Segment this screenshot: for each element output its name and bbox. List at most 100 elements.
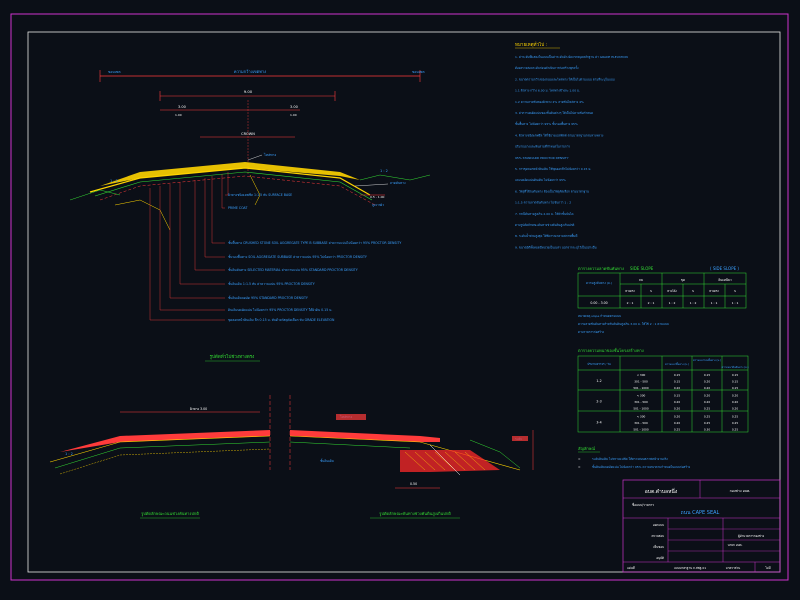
tb-row1-right: ผู้อำนวยการกองช่าง [738,534,765,538]
note-line: 2. ขนาดความกว้างของถนนและไหล่ทาง ให้เป็น… [515,75,615,82]
lower-left-title: รูปตัดทั่วไปช่วงทางตรง [210,353,255,360]
thickness-base: 0.25 [674,427,680,431]
thickness-base: 0.20 [674,400,680,404]
layer-note: ดินเดิมบดอัดแน่น ไม่น้อยกว่า 95% PROCTOR… [228,308,332,312]
thickness-traffic: < 300 [637,373,646,377]
tb-project-name: ถนน CAPE SEAL [681,510,720,516]
tb-row2-label: ตรวจสอบ [651,534,664,538]
sub-width-label: 9.00 [244,89,253,94]
tb-project-label: ชื่อแบบ/รายการ [632,502,654,507]
thickness-group-label: 1-2 [596,379,601,383]
layer-note: ชั้นรองพื้นทาง SOIL AGGREGATE SUBBASE ค่… [228,254,367,259]
tb-row3-right: นายก อบต. [728,543,743,547]
thickness-group-label: 3-4 [596,420,601,424]
thickness-col1: ปริมาณจราจร / วัน [587,362,610,366]
thickness-traffic: < 300 [637,394,646,398]
svg-text:ขอบเขต: ขอบเขต [412,70,425,74]
slope-table-heading-right: ( SIDE SLOPE ) [710,266,739,271]
bottom-dim: 0.5 - 1.00 [370,195,385,199]
svg-text:1.00: 1.00 [290,113,297,117]
thickness-base: 0.20 [674,407,680,411]
note-line: ชั้นพื้นทาง ไม่น้อยกว่า 95% ชั้นรองพื้นท… [515,121,578,126]
right-slope-label: 1 : 2 [380,169,388,173]
drawing-sheet: ความกว้างเขตทาง ขอบเขต ขอบเขต 9.00 3.00 … [0,0,800,600]
lower-right-dim: 0.50 [410,482,417,486]
slope-note2: ความลาดชันคันทางสำหรับคันดินสูงเกิน 3.00… [578,322,669,326]
slope-note3: ตามรายการก่อสร้าง [578,330,605,334]
legend-heading: สัญลักษณ์ [578,446,595,451]
note-line: 7. กรณีคันทางสูงเกิน 2.00 ม. ให้ทำขั้นบั… [515,211,574,216]
layer-note: ชั้นดินเดิม 1:1.5 ทับ ค่าความแน่น 95% PR… [228,281,315,286]
thickness-base: 0.20 [674,414,680,418]
legend-item1: ระดับดินเดิม ไม่ทราบแน่ชัด ให้ตรวจสอบสภา… [592,457,668,461]
tb-org: อบต.ตำบลหนึ่ง [645,488,678,495]
dim-small: สูงจากผิว [372,203,384,207]
lane-right-label: 3.00 [290,105,298,109]
thickness-subbase: 0.20 [704,394,710,398]
thickness-fill: 0.25 [732,421,738,425]
lower-right-bottom-callout: ชั้นดินเดิม [320,458,334,463]
thickness-traffic: 301 - 500 [634,400,648,404]
thickness-fill: 0.20 [732,394,738,398]
note-line: 95% STANDARD PROCTOR DENSITY [515,156,569,160]
thickness-traffic: 501 - 1000 [633,407,648,411]
note-line: 9. ขนาดมิติทั้งหมดมีหน่วยเป็นเมตร นอกจาก… [515,243,597,250]
thickness-fill: 0.20 [732,400,738,404]
thickness-base: 0.15 [674,380,680,384]
slope-subcol: ทางโค้ง [667,289,677,293]
thickness-base: 0.15 [674,373,680,377]
note-line: 1:1.5 ความลาดชันคันทาง ไม่ชันกว่า 1 : 2 [515,201,571,205]
slope-value: 2 : 1 [627,301,634,305]
thickness-fill: 0.15 [732,380,738,384]
slope-subcol: ทางตรง [709,289,719,293]
lane-left-label: 3.00 [178,105,186,109]
note-line: 1.2 ความลาดชันของผิวทาง 2% ลาดชันไหล่ทาง… [515,100,584,104]
slope-subcol: S [692,289,694,293]
thickness-base: 0.20 [674,421,680,425]
thickness-base: 0.20 [674,386,680,390]
lower-left-top-label: ผิวทาง 3.00 [190,407,207,411]
right-callout: ลาดคันทาง [390,181,406,185]
note-line: ปริมาณยางและหินตามที่กำหนดในรายการ [515,145,570,149]
slope-value: 1 : 1 [711,301,718,305]
note-line: 6. วัสดุที่ใช้ถมคันทาง ต้องเป็นวัสดุคัดเ… [515,187,589,194]
layer-note: ผิวทางชนิดเคพซีล 1:1.5 ทับ SURFACE BASE [228,193,292,197]
thickness-subbase: 0.20 [704,380,710,384]
thickness-fill: 0.20 [732,407,738,411]
layer-note: ชั้นดินคันทาง SELECTED MATERIAL ค่าความแ… [228,267,358,272]
thickness-col4: ความหนาดินคันทาง (ม.) [721,365,748,369]
thickness-subbase: 0.25 [704,414,710,418]
thickness-subbase: 0.20 [704,386,710,390]
thickness-fill: 0.25 [732,427,738,431]
notes-heading: หมายเหตุทั่วไป : [515,41,547,48]
left-slope-label: 1 : 2 [110,179,118,183]
tb-scale-value: ไม่มี [764,566,770,570]
thickness-subbase: 0.20 [704,400,710,404]
tb-row1-label: ออกแบบ [653,523,664,527]
slope-row-label: 0.00 - 3.00 [590,301,607,305]
slope-value: 1 : 1 [732,301,739,305]
note-line: และบดอัดแน่นดินเดิม ไม่น้อยกว่า 95% [515,178,566,182]
layer-note: ชั้นดินเดิมบดอัด 95% STANDARD PROCTOR DE… [228,295,308,300]
thickness-subbase: 0.30 [704,427,710,431]
tb-sheet-label: แผ่นที่ [627,566,635,570]
svg-text:1.00: 1.00 [175,113,182,117]
top-callout: ไหล่ทาง [263,152,276,157]
thickness-traffic: 301 - 500 [634,380,648,384]
thickness-traffic: 301 - 500 [634,421,648,425]
thickness-heading: ตารางความหนาของชั้นโครงสร้างทาง [578,346,644,353]
slope-col-height: ความสูงคันทาง (ม.) [586,281,612,285]
thickness-traffic: 501 - 1000 [633,427,648,431]
svg-text:ขอบเขต: ขอบเขต [108,70,121,74]
tb-org-right: กองช่าง อบต. [730,489,751,493]
layer-note: PRIME COAT [228,206,247,210]
thickness-subbase: 0.25 [704,421,710,425]
thickness-fill: 0.15 [732,373,738,377]
slope-table-heading-mid: SIDE SLOPE [630,266,654,271]
note-line: 1.1 ผิวทาง กว้าง 6.00 ม. ไหล่ทางข้างละ 1… [515,89,580,93]
slope-subcol: ทางตรง [625,289,635,293]
thickness-subbase: 0.25 [704,407,710,411]
slope-col-other: ดินเหนียว [718,278,731,282]
tb-drawing-no: แบบมาตรฐาน ถ.สพฐ.01 [674,566,706,570]
legend-item2: ชั้นดินเดิมบดอัดแน่น ไม่น้อยกว่า 95% ควา… [592,464,691,469]
